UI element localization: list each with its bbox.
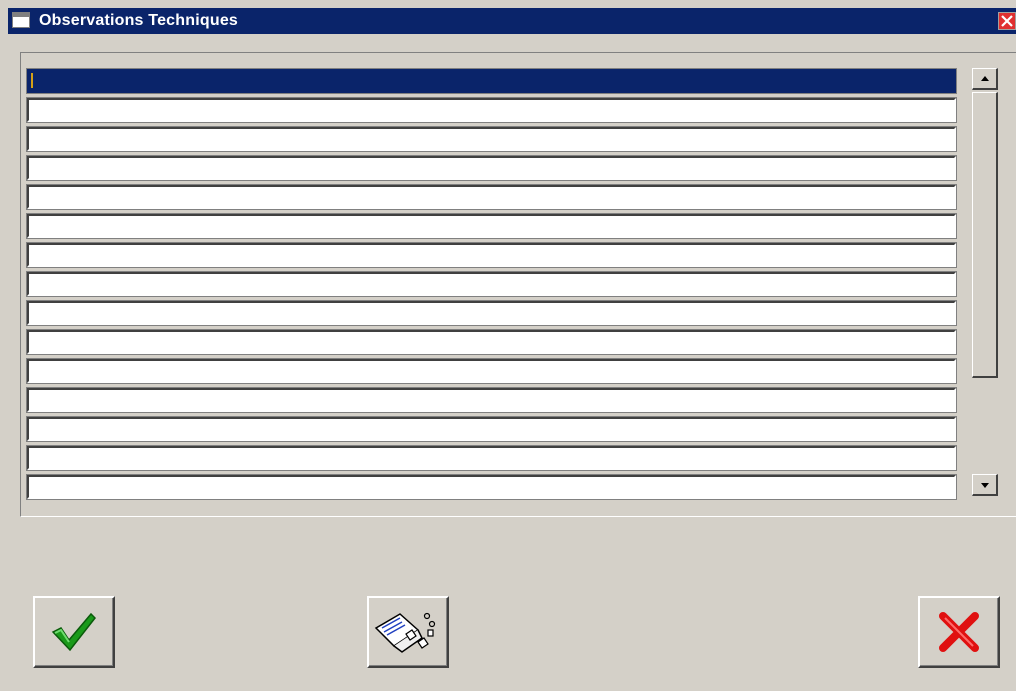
scroll-down-button[interactable] (972, 474, 998, 496)
shred-notes-button[interactable] (367, 596, 449, 668)
red-x-icon (939, 612, 979, 652)
observation-line-15[interactable] (26, 474, 957, 500)
observation-line-4[interactable] (26, 155, 957, 181)
validate-button[interactable] (33, 596, 115, 668)
observation-line-9[interactable] (26, 300, 957, 326)
observation-line-6[interactable] (26, 213, 957, 239)
observations-window: Observations Techniques (0, 0, 1016, 691)
window-icon (12, 12, 30, 28)
text-cursor (31, 73, 33, 88)
observation-line-1[interactable] (26, 68, 957, 94)
title-bar[interactable]: Observations Techniques (8, 8, 1016, 34)
observation-line-11[interactable] (26, 358, 957, 384)
observation-line-10[interactable] (26, 329, 957, 355)
scroll-thumb[interactable] (972, 92, 998, 378)
observation-line-5[interactable] (26, 184, 957, 210)
observation-line-12[interactable] (26, 387, 957, 413)
observation-line-14[interactable] (26, 445, 957, 471)
observation-line-13[interactable] (26, 416, 957, 442)
close-icon (999, 13, 1015, 29)
observation-line-7[interactable] (26, 242, 957, 268)
scroll-up-button[interactable] (972, 68, 998, 90)
shredder-notes-icon (374, 612, 436, 653)
green-checkmark-icon (51, 612, 96, 652)
observation-line-8[interactable] (26, 271, 957, 297)
vertical-scrollbar[interactable] (972, 68, 998, 498)
observation-line-2[interactable] (26, 97, 957, 123)
observation-line-3[interactable] (26, 126, 957, 152)
close-button[interactable] (998, 12, 1016, 30)
arrow-up-icon (981, 76, 989, 81)
arrow-down-icon (981, 483, 989, 488)
window-title: Observations Techniques (39, 12, 239, 29)
cancel-button[interactable] (918, 596, 1000, 668)
